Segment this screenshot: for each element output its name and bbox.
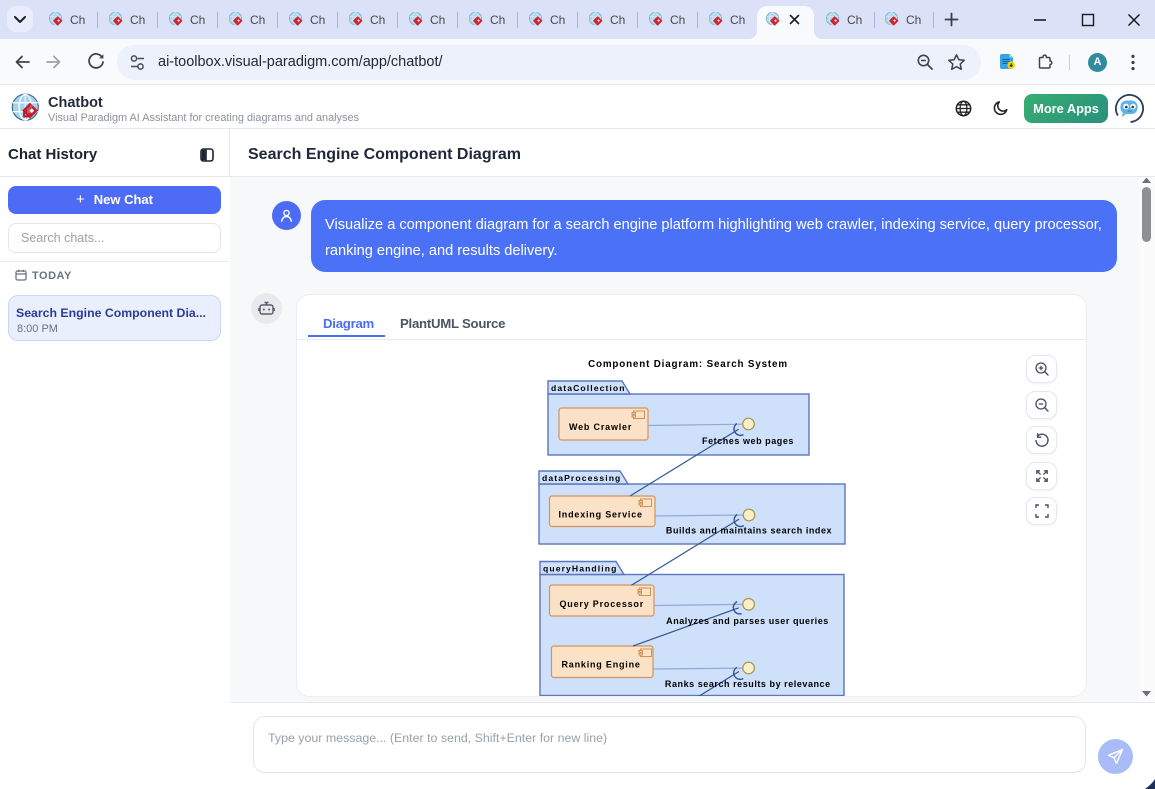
svg-text:Analyzes and parses user queri: Analyzes and parses user queries bbox=[666, 616, 829, 626]
svg-text:Ranks search results by releva: Ranks search results by relevance bbox=[665, 679, 831, 689]
svg-text:dataCollection: dataCollection bbox=[551, 383, 626, 393]
svg-text:Ranking Engine: Ranking Engine bbox=[562, 660, 641, 670]
svg-text:Web Crawler: Web Crawler bbox=[569, 422, 632, 432]
svg-text:Component Diagram: Search Syst: Component Diagram: Search System bbox=[588, 359, 788, 370]
svg-text:Fetches web pages: Fetches web pages bbox=[702, 436, 794, 446]
svg-text:Builds and maintains search in: Builds and maintains search index bbox=[666, 526, 832, 536]
svg-text:Query Processor: Query Processor bbox=[560, 599, 645, 609]
svg-text:queryHandling: queryHandling bbox=[543, 564, 617, 574]
svg-text:dataProcessing: dataProcessing bbox=[542, 473, 621, 483]
svg-text:Indexing Service: Indexing Service bbox=[559, 510, 643, 520]
